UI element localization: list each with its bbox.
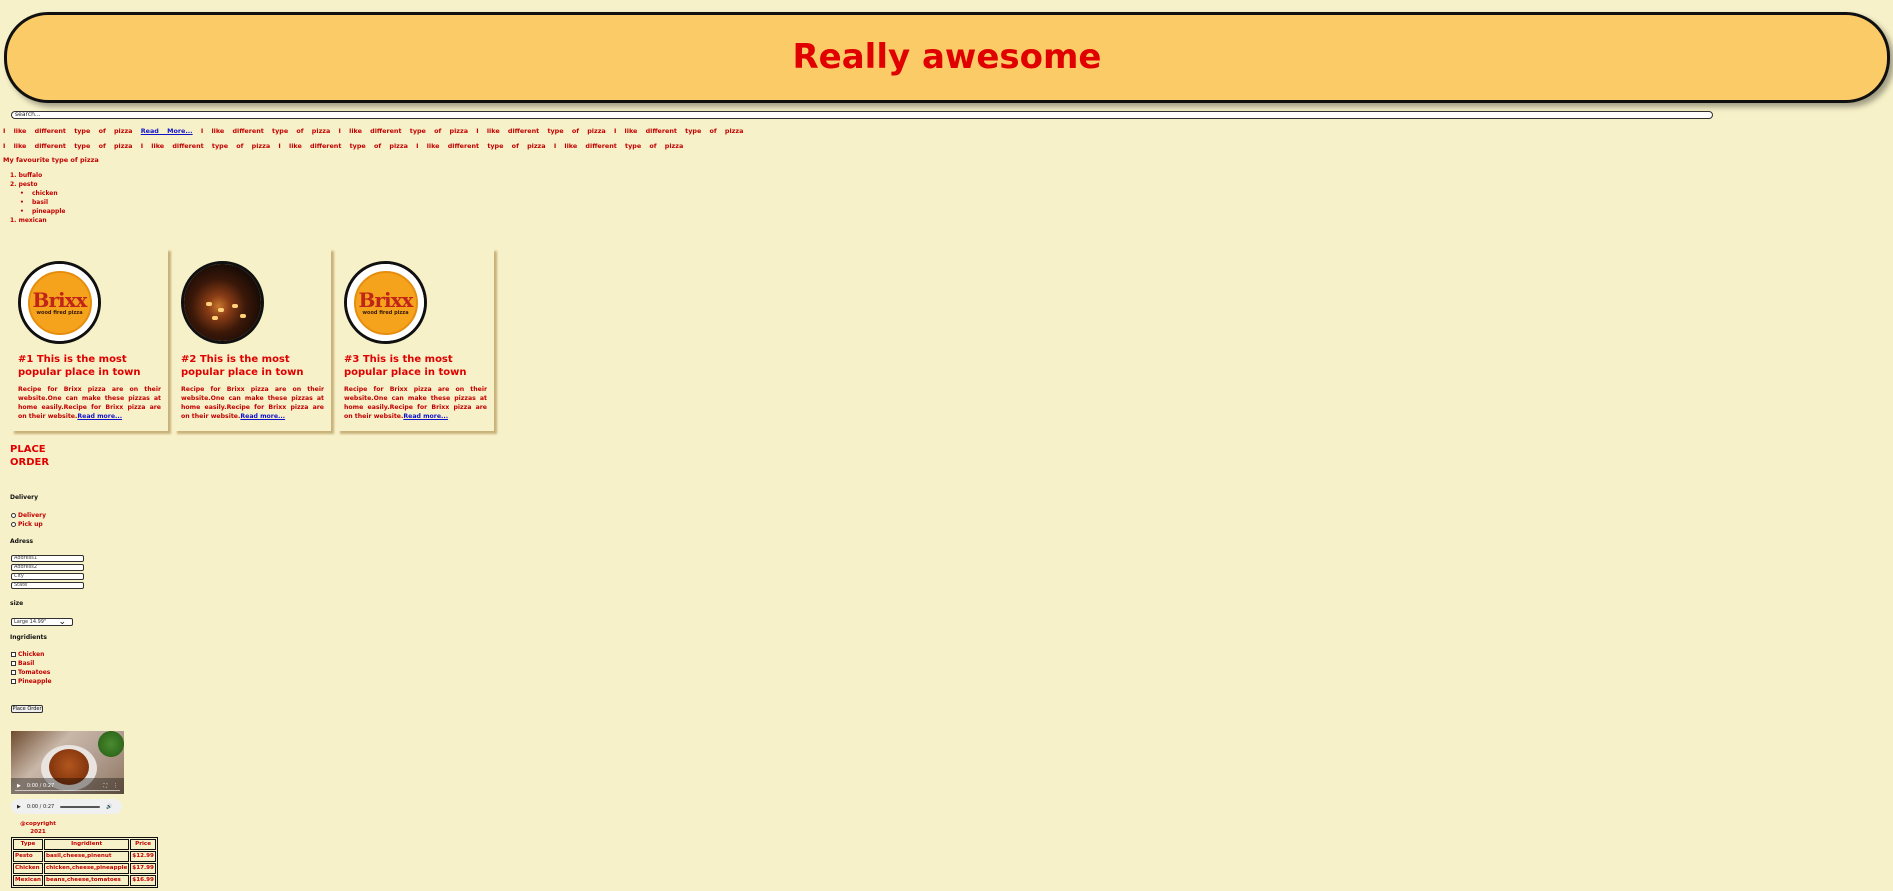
favourite-list: 1. buffalo 2. pesto chicken basil pineap… bbox=[10, 171, 65, 225]
checkbox-icon[interactable] bbox=[11, 661, 16, 666]
table-header: Type bbox=[13, 839, 43, 850]
marquee-line-2: I like different type of pizza I like di… bbox=[3, 142, 683, 150]
brixx-logo-text: Brixx bbox=[358, 287, 414, 312]
radio-icon[interactable] bbox=[11, 522, 16, 527]
address2-field[interactable]: Address2 bbox=[11, 564, 84, 571]
card-2: #2 This is the most popular place in tow… bbox=[174, 248, 331, 431]
sub-list-item: chicken bbox=[32, 189, 65, 198]
volume-icon[interactable]: 🔊 bbox=[106, 804, 112, 810]
read-more-link[interactable]: Read more... bbox=[77, 413, 122, 420]
table-cell: $16.99 bbox=[130, 875, 156, 886]
video-player[interactable]: ▶ 0:00 / 0:27 ⛶ ⋮ bbox=[11, 731, 124, 794]
site-title: Really awesome bbox=[792, 37, 1102, 77]
ingredient-checkbox-tomatoes[interactable]: Tomatoes bbox=[11, 669, 50, 676]
sub-list-item: pineapple bbox=[32, 207, 65, 216]
table-row: Chicken chicken,cheese,pineapple $17.99 bbox=[13, 863, 156, 874]
card-title: #1 This is the most popular place in tow… bbox=[18, 354, 141, 378]
place-order-title: PLACE ORDER bbox=[10, 444, 50, 468]
table-cell: $12.99 bbox=[130, 851, 156, 862]
price-table: Type Ingridient Price Pesto basil,cheese… bbox=[11, 837, 158, 888]
brixx-logo-subtext: wood fired pizza bbox=[36, 309, 83, 316]
chevron-down-icon: ⌄ bbox=[58, 617, 66, 627]
address-label: Adress bbox=[10, 538, 34, 545]
restaurant-photo bbox=[181, 261, 264, 344]
list-item: 2. pesto chicken basil pineapple bbox=[10, 180, 65, 216]
site-header: Really awesome bbox=[4, 12, 1890, 103]
read-more-link[interactable]: Read more... bbox=[403, 413, 448, 420]
list-item: 1. mexican bbox=[10, 217, 47, 224]
card-title: #2 This is the most popular place in tow… bbox=[181, 354, 304, 378]
ingredient-checkbox-chicken[interactable]: Chicken bbox=[11, 651, 44, 658]
radio-icon[interactable] bbox=[11, 513, 16, 518]
size-select[interactable]: Large 14.99" ⌄ bbox=[11, 617, 73, 627]
play-icon[interactable]: ▶ bbox=[17, 804, 21, 810]
table-cell: basil,cheese,pinenut bbox=[43, 851, 130, 862]
audio-time: 0:00 / 0:27 bbox=[26, 803, 55, 810]
marquee-text: I like different type of pizza bbox=[3, 127, 133, 135]
checkbox-icon[interactable] bbox=[11, 652, 16, 657]
more-options-icon[interactable]: ⋮ bbox=[113, 783, 118, 789]
list-item: 1. buffalo bbox=[10, 172, 43, 179]
pickup-radio[interactable]: Pick up bbox=[11, 521, 43, 528]
video-time: 0:00 / 0:27 bbox=[26, 783, 55, 789]
brixx-logo-image: Brixx wood fired pizza bbox=[18, 261, 101, 344]
card-3: Brixx wood fired pizza #3 This is the mo… bbox=[337, 248, 494, 431]
address1-field[interactable]: Address1 bbox=[11, 555, 84, 562]
card-1: Brixx wood fired pizza #1 This is the mo… bbox=[11, 248, 168, 431]
table-cell: chicken,cheese,pineapple bbox=[43, 863, 130, 874]
favourite-title: My favourite type of pizza bbox=[3, 156, 99, 164]
audio-player[interactable]: ▶ 0:00 / 0:27 🔊 bbox=[11, 799, 122, 814]
table-header: Price bbox=[130, 839, 156, 850]
brixx-logo-text: Brixx bbox=[32, 287, 88, 312]
video-controls: ▶ 0:00 / 0:27 ⛶ ⋮ bbox=[11, 778, 124, 794]
marquee-line-1: I like different type of pizza Read More… bbox=[3, 127, 743, 135]
delivery-radio[interactable]: Delivery bbox=[11, 512, 46, 519]
brixx-logo-image: Brixx wood fired pizza bbox=[344, 261, 427, 344]
table-header: Ingridient bbox=[43, 839, 130, 850]
video-progress-bar[interactable] bbox=[15, 790, 120, 791]
table-row: Pesto basil,cheese,pinenut $12.99 bbox=[13, 851, 156, 862]
search-input[interactable]: search... bbox=[11, 111, 1713, 119]
city-field[interactable]: City bbox=[11, 573, 84, 580]
card-text: Recipe for Brixx pizza are on their webs… bbox=[344, 386, 487, 420]
marquee-text: I like different type of pizza I like di… bbox=[200, 127, 744, 135]
play-icon[interactable]: ▶ bbox=[17, 783, 21, 789]
sub-list: chicken basil pineapple bbox=[10, 189, 65, 216]
delivery-label: Delivery bbox=[10, 494, 39, 501]
ingredients-label: Ingridients bbox=[10, 634, 47, 641]
checkbox-icon[interactable] bbox=[11, 670, 16, 675]
table-header-row: Type Ingridient Price bbox=[13, 839, 156, 850]
read-more-link[interactable]: Read more... bbox=[240, 413, 285, 420]
card-title: #3 This is the most popular place in tow… bbox=[344, 354, 467, 378]
ingredient-checkbox-pineapple[interactable]: Pineapple bbox=[11, 678, 52, 685]
card-text: Recipe for Brixx pizza are on their webs… bbox=[18, 386, 161, 420]
read-more-link[interactable]: Read More... bbox=[141, 127, 193, 135]
place-order-button[interactable]: Place Order bbox=[11, 705, 43, 713]
fullscreen-icon[interactable]: ⛶ bbox=[103, 783, 107, 789]
state-field[interactable]: State bbox=[11, 582, 84, 589]
brixx-logo-subtext: wood fired pizza bbox=[362, 309, 409, 316]
table-cell: Mexican bbox=[13, 875, 43, 886]
marquee-text: I like different type of pizza I like di… bbox=[3, 142, 684, 150]
table-cell: $17.99 bbox=[130, 863, 156, 874]
card-text: Recipe for Brixx pizza are on their webs… bbox=[181, 386, 324, 420]
copyright-text: @copyright 2021 bbox=[20, 821, 56, 835]
ingredient-checkbox-basil[interactable]: Basil bbox=[11, 660, 34, 667]
table-cell: Pesto bbox=[13, 851, 43, 862]
sub-list-item: basil bbox=[32, 198, 65, 207]
table-cell: Chicken bbox=[13, 863, 43, 874]
table-cell: beans,cheese,tomatoes bbox=[43, 875, 130, 886]
audio-progress-bar[interactable] bbox=[60, 805, 101, 808]
size-label: size bbox=[10, 600, 24, 607]
table-row: Mexican beans,cheese,tomatoes $16.99 bbox=[13, 875, 156, 886]
checkbox-icon[interactable] bbox=[11, 679, 16, 684]
